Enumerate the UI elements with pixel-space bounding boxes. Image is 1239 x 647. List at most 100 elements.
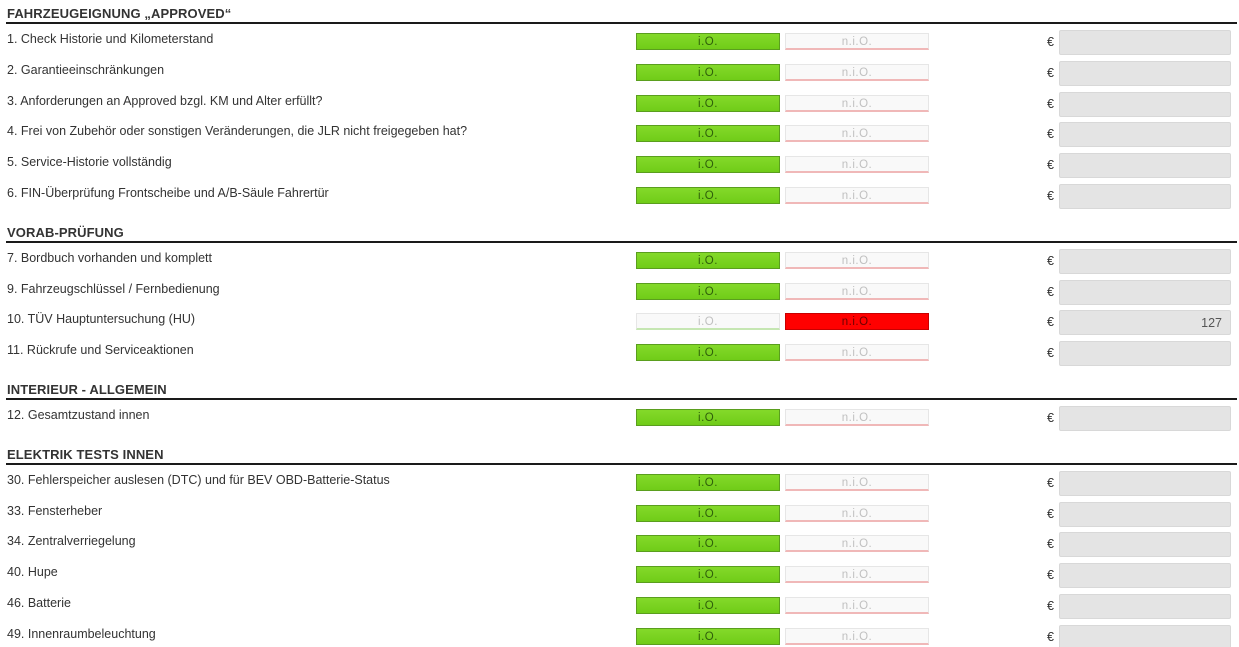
checklist-row: 49. Innenraumbeleuchtung i.O. n.i.O. € xyxy=(6,624,1237,647)
io-button[interactable]: i.O. xyxy=(636,33,780,50)
currency-symbol: € xyxy=(1047,346,1054,361)
checklist-item-label: 46. Batterie xyxy=(7,595,71,610)
checklist-item-label: 33. Fensterheber xyxy=(7,503,103,518)
section-rows: 12. Gesamtzustand innen i.O. n.i.O. € xyxy=(6,400,1237,441)
cost-input[interactable] xyxy=(1059,279,1231,305)
cost-input[interactable] xyxy=(1059,532,1231,558)
nio-button[interactable]: n.i.O. xyxy=(785,535,929,553)
io-button[interactable]: i.O. xyxy=(636,156,780,174)
section-rows: 7. Bordbuch vorhanden und komplett i.O. … xyxy=(6,243,1237,376)
checklist-item-label: 40. Hupe xyxy=(7,565,58,580)
io-button[interactable]: i.O. xyxy=(636,627,780,645)
checklist-row: 4. Frei von Zubehör oder sonstigen Verän… xyxy=(6,122,1237,153)
checklist-item-label: 11. Rückrufe und Serviceaktionen xyxy=(7,343,194,358)
section-title: INTERIEUR - ALLGEMEIN xyxy=(7,381,167,397)
io-button[interactable]: i.O. xyxy=(636,566,780,584)
checklist-section-3: INTERIEUR - ALLGEMEIN 12. Gesamtzustand … xyxy=(6,376,1237,441)
io-button[interactable]: i.O. xyxy=(636,473,780,491)
checklist-item-label: 34. Zentralverriegelung xyxy=(7,534,136,549)
currency-symbol: € xyxy=(1047,284,1054,299)
io-button[interactable]: i.O. xyxy=(636,186,780,204)
section-header: FAHRZEUGEIGNUNG „APPROVED“ xyxy=(6,0,1237,24)
currency-symbol: € xyxy=(1047,506,1054,521)
checklist-item-label: 7. Bordbuch vorhanden und komplett xyxy=(7,250,212,265)
checklist-item-label: 30. Fehlerspeicher auslesen (DTC) und fü… xyxy=(7,472,390,487)
io-button[interactable]: i.O. xyxy=(636,125,780,143)
checklist-row: 33. Fensterheber i.O. n.i.O. € xyxy=(6,501,1237,533)
currency-symbol: € xyxy=(1047,188,1054,203)
cost-input[interactable] xyxy=(1059,405,1231,431)
cost-input[interactable] xyxy=(1059,563,1231,589)
cost-input[interactable] xyxy=(1059,30,1231,55)
checklist-item-label: 4. Frei von Zubehör oder sonstigen Verän… xyxy=(7,124,468,139)
cost-input[interactable] xyxy=(1059,470,1231,496)
nio-button[interactable]: n.i.O. xyxy=(785,63,929,81)
cost-input[interactable] xyxy=(1059,153,1231,179)
io-button[interactable]: i.O. xyxy=(636,535,780,553)
io-button[interactable]: i.O. xyxy=(636,408,780,426)
checklist-row: 7. Bordbuch vorhanden und komplett i.O. … xyxy=(6,248,1237,280)
section-header: VORAB-PRÜFUNG xyxy=(6,219,1237,243)
nio-button[interactable]: n.i.O. xyxy=(785,282,929,300)
io-button[interactable]: i.O. xyxy=(636,251,780,269)
currency-symbol: € xyxy=(1047,127,1054,142)
checklist-row: 30. Fehlerspeicher auslesen (DTC) und fü… xyxy=(6,470,1237,502)
cost-input[interactable] xyxy=(1059,248,1231,274)
io-button[interactable]: i.O. xyxy=(636,344,780,362)
checklist-row: 6. FIN-Überprüfung Frontscheibe und A/B-… xyxy=(6,183,1237,215)
currency-symbol: € xyxy=(1047,629,1054,644)
io-button[interactable]: i.O. xyxy=(636,596,780,614)
section-title: FAHRZEUGEIGNUNG „APPROVED“ xyxy=(7,6,232,21)
currency-symbol: € xyxy=(1047,475,1054,490)
nio-button[interactable]: n.i.O. xyxy=(785,313,929,331)
currency-symbol: € xyxy=(1047,315,1054,330)
cost-input[interactable] xyxy=(1059,60,1231,86)
nio-button[interactable]: n.i.O. xyxy=(785,504,929,522)
checklist-row: 34. Zentralverriegelung i.O. n.i.O. € xyxy=(6,532,1237,563)
nio-button[interactable]: n.i.O. xyxy=(785,186,929,204)
cost-input[interactable] xyxy=(1059,341,1231,367)
currency-symbol: € xyxy=(1047,410,1054,425)
nio-button[interactable]: n.i.O. xyxy=(785,596,929,614)
nio-button[interactable]: n.i.O. xyxy=(785,94,929,112)
checklist-section-1: FAHRZEUGEIGNUNG „APPROVED“ 1. Check Hist… xyxy=(6,0,1237,219)
io-button[interactable]: i.O. xyxy=(636,504,780,522)
checklist-item-label: 2. Garantieeinschränkungen xyxy=(7,62,165,77)
cost-input[interactable] xyxy=(1059,624,1231,647)
checklist-item-label: 3. Anforderungen an Approved bzgl. KM un… xyxy=(7,93,323,108)
nio-button[interactable]: n.i.O. xyxy=(785,125,929,143)
nio-button[interactable]: n.i.O. xyxy=(785,251,929,269)
section-rows: 1. Check Historie und Kilometerstand i.O… xyxy=(6,24,1237,219)
cost-input[interactable] xyxy=(1059,593,1231,619)
checklist-item-label: 49. Innenraumbeleuchtung xyxy=(7,626,156,641)
cost-input[interactable] xyxy=(1059,501,1231,527)
io-button[interactable]: i.O. xyxy=(636,63,780,81)
checklist-row: 12. Gesamtzustand innen i.O. n.i.O. € xyxy=(6,405,1237,437)
checklist-item-label: 10. TÜV Hauptuntersuchung (HU) xyxy=(7,312,196,327)
nio-button[interactable]: n.i.O. xyxy=(785,627,929,645)
nio-button[interactable]: n.i.O. xyxy=(785,156,929,174)
section-header: INTERIEUR - ALLGEMEIN xyxy=(6,376,1237,400)
io-button[interactable]: i.O. xyxy=(636,94,780,112)
currency-symbol: € xyxy=(1047,253,1054,268)
nio-button[interactable]: n.i.O. xyxy=(785,33,929,50)
checklist-row: 9. Fahrzeugschlüssel / Fernbedienung i.O… xyxy=(6,279,1237,311)
cost-input[interactable] xyxy=(1059,91,1231,117)
checklist-item-label: 5. Service-Historie vollständig xyxy=(7,155,172,170)
nio-button[interactable]: n.i.O. xyxy=(785,566,929,584)
checklist-row: 10. TÜV Hauptuntersuchung (HU) i.O. n.i.… xyxy=(6,310,1237,341)
cost-input[interactable] xyxy=(1059,122,1231,148)
currency-symbol: € xyxy=(1047,158,1054,173)
cost-input[interactable] xyxy=(1059,310,1231,336)
io-button[interactable]: i.O. xyxy=(636,282,780,300)
io-button[interactable]: i.O. xyxy=(636,313,780,331)
nio-button[interactable]: n.i.O. xyxy=(785,473,929,491)
checklist-item-label: 6. FIN-Überprüfung Frontscheibe und A/B-… xyxy=(7,185,329,200)
checklist-item-label: 12. Gesamtzustand innen xyxy=(7,407,150,422)
checklist-row: 2. Garantieeinschränkungen i.O. n.i.O. € xyxy=(6,60,1237,92)
checklist-item-label: 9. Fahrzeugschlüssel / Fernbedienung xyxy=(7,281,220,296)
nio-button[interactable]: n.i.O. xyxy=(785,408,929,426)
checklist-section-2: VORAB-PRÜFUNG 7. Bordbuch vorhanden und … xyxy=(6,219,1237,376)
cost-input[interactable] xyxy=(1059,183,1231,209)
nio-button[interactable]: n.i.O. xyxy=(785,344,929,362)
